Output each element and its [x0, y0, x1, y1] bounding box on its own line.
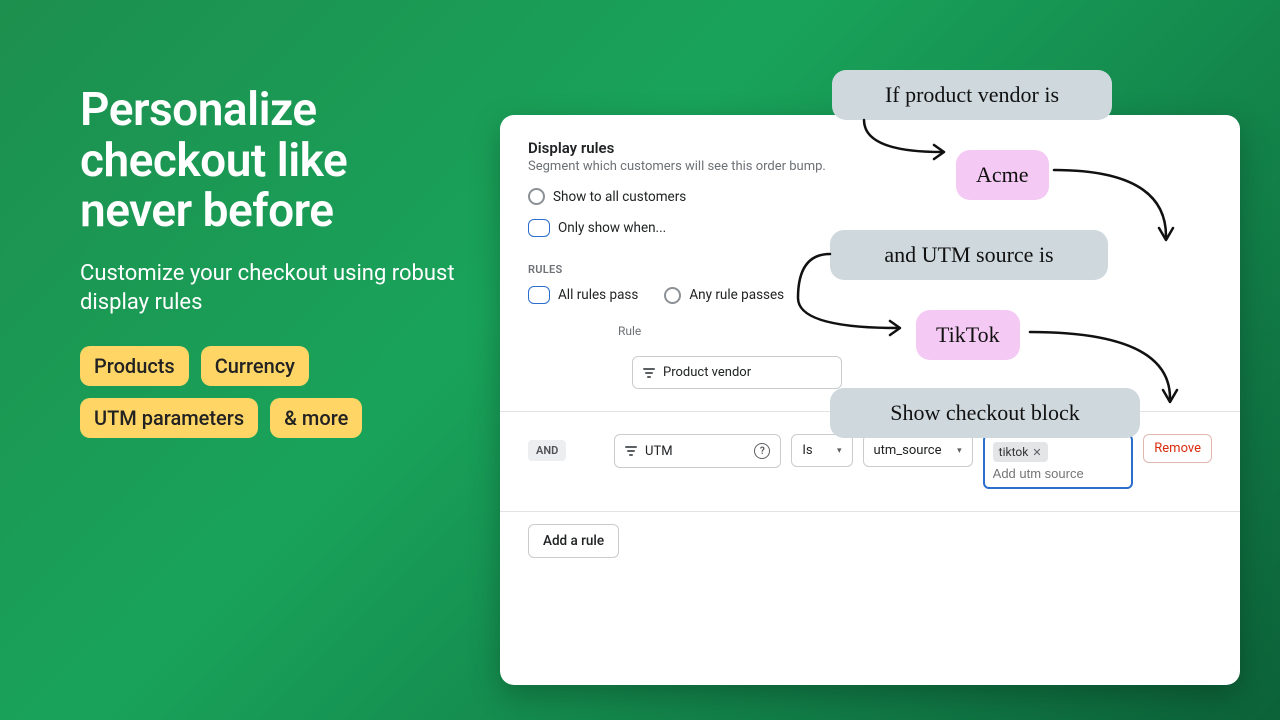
arrow-icon	[852, 118, 952, 178]
filter-icon	[643, 368, 655, 378]
radio-label: Any rule passes	[689, 287, 784, 303]
chip-label: tiktok	[999, 445, 1029, 459]
rule-param-value: utm_source	[874, 443, 942, 458]
rule-field-value: Product vendor	[663, 365, 751, 380]
arrow-icon	[1024, 320, 1184, 420]
radio-label: Show to all customers	[553, 189, 686, 205]
rule-field-select[interactable]: Product vendor	[632, 356, 842, 389]
caret-icon: ▾	[837, 446, 842, 456]
utm-source-text-input[interactable]	[993, 466, 1124, 481]
tag-products: Products	[80, 346, 189, 386]
arrow-icon	[1048, 158, 1178, 258]
rule-param-select[interactable]: utm_source ▾	[863, 434, 973, 467]
radio-label: All rules pass	[558, 287, 638, 303]
radio-icon	[664, 287, 681, 304]
utm-source-input[interactable]: tiktok ✕	[983, 434, 1134, 489]
hero-subhead: Customize your checkout using robust dis…	[80, 259, 460, 318]
tag-utm-parameters: UTM parameters	[80, 398, 258, 438]
tag-more: & more	[270, 398, 362, 438]
callout-utm-value: TikTok	[916, 310, 1020, 360]
radio-icon	[528, 219, 550, 237]
hero-tags: Products Currency UTM parameters & more	[80, 346, 460, 438]
and-badge: AND	[528, 440, 566, 461]
hero-headline: Personalize checkout like never before	[80, 85, 460, 237]
tag-currency: Currency	[201, 346, 309, 386]
radio-icon	[528, 188, 545, 205]
rule-op-value: Is	[802, 443, 812, 458]
rule-field-value: UTM	[645, 444, 673, 459]
close-icon[interactable]: ✕	[1032, 446, 1041, 459]
rule-operator-select[interactable]: Is ▾	[791, 434, 852, 467]
rule-field-select[interactable]: UTM ?	[614, 434, 781, 468]
arrow-icon	[790, 248, 910, 338]
callout-condition-vendor: If product vendor is	[832, 70, 1112, 120]
caret-icon: ▾	[957, 446, 962, 456]
callout-vendor-value: Acme	[956, 150, 1049, 200]
radio-any-rule-passes[interactable]: Any rule passes	[664, 286, 784, 304]
chip-tiktok[interactable]: tiktok ✕	[993, 442, 1048, 462]
add-rule-button[interactable]: Add a rule	[528, 524, 619, 558]
radio-label: Only show when...	[558, 220, 666, 236]
remove-rule-button[interactable]: Remove	[1143, 434, 1212, 463]
radio-icon	[528, 286, 550, 304]
radio-all-rules-pass[interactable]: All rules pass	[528, 286, 638, 304]
filter-icon	[625, 446, 637, 456]
help-icon[interactable]: ?	[754, 443, 770, 459]
